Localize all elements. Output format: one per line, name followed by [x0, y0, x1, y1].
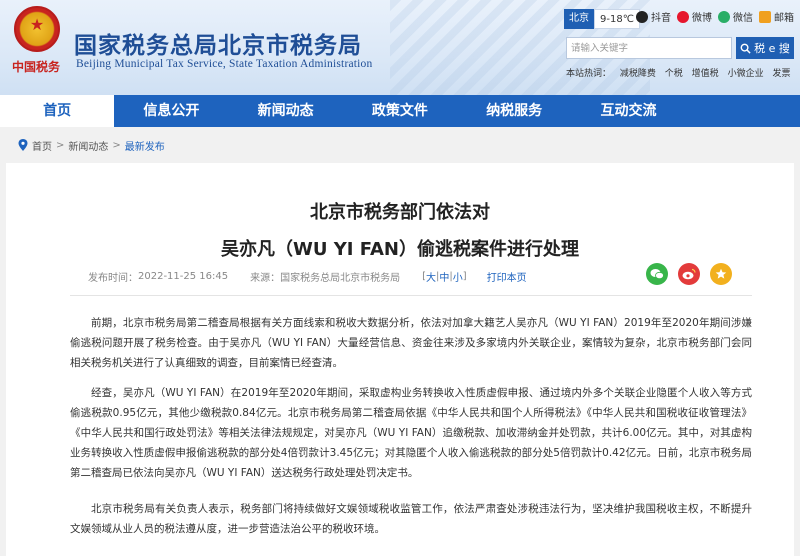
site-subtitle: Beijing Municipal Tax Service, State Tax… [76, 58, 373, 70]
hot-word[interactable]: 个税 [665, 69, 683, 79]
search-button-label: 税 e 搜 [754, 42, 790, 55]
weixin-icon [650, 269, 664, 280]
share-favorite-button[interactable] [710, 263, 732, 285]
nav-interaction[interactable]: 互动交流 [571, 95, 685, 127]
nav-news[interactable]: 新闻动态 [229, 95, 343, 127]
font-size-large-button[interactable]: 大 [426, 269, 436, 284]
print-page-button[interactable]: 打印本页 [487, 269, 527, 284]
mail-icon [759, 10, 771, 23]
social-links: 抖音 微博 微信 邮箱 [636, 9, 794, 24]
article-paragraph: 经查，吴亦凡（WU YI FAN）在2019年至2020年期间，采取虚构业务转换… [70, 387, 752, 479]
hot-word[interactable]: 小微企业 [728, 69, 764, 79]
hot-word[interactable]: 发票 [772, 69, 790, 79]
article-paragraph: 北京市税务局有关负责人表示，税务部门将持续做好文娱领域税收监管工作，依法严肃查处… [70, 503, 752, 535]
social-weixin-label: 微信 [733, 13, 753, 24]
social-mail-label: 邮箱 [774, 13, 794, 24]
social-weibo-label: 微博 [692, 13, 712, 24]
breadcrumb-news[interactable]: 新闻动态 [68, 138, 108, 153]
social-weibo[interactable]: 微博 [677, 9, 712, 24]
breadcrumb-separator: > [112, 139, 121, 151]
font-size-small-button[interactable]: 小 [453, 269, 463, 284]
weather-city: 北京 [564, 9, 594, 29]
breadcrumb-home[interactable]: 首页 [32, 138, 52, 153]
share-weixin-button[interactable] [646, 263, 668, 285]
site-header: ★ 中国税务 国家税务总局北京市税务局 Beijing Municipal Ta… [0, 0, 800, 95]
douyin-icon [636, 10, 648, 23]
search-button[interactable]: 税 e 搜 [736, 37, 794, 59]
logo-text: 中国税务 [11, 60, 60, 74]
social-weixin[interactable]: 微信 [718, 9, 753, 24]
weibo-icon [682, 268, 696, 280]
font-size-medium-button[interactable]: 中 [439, 269, 449, 284]
weather-widget: 北京 9-18℃ [564, 9, 640, 29]
share-buttons [646, 263, 732, 285]
hot-word[interactable]: 增值税 [692, 69, 719, 79]
hot-words-label: 本站热词： [566, 69, 612, 79]
article-meta: 发布时间： 2022-11-25 16:45 来源： 国家税务总局北京市税务局 … [88, 269, 527, 284]
breadcrumb-separator: > [56, 139, 65, 151]
location-pin-icon [18, 139, 28, 151]
article-title-line2: 吴亦凡（WU YI FAN）偷逃税案件进行处理 [221, 239, 579, 260]
font-bracket-close: ] [462, 271, 467, 282]
social-douyin-label: 抖音 [651, 13, 671, 24]
social-douyin[interactable]: 抖音 [636, 9, 671, 24]
site-title[interactable]: 国家税务总局北京市税务局 [74, 26, 362, 60]
hot-words: 本站热词： 减税降费 个税 增值税 小微企业 发票 [566, 66, 796, 79]
share-weibo-button[interactable] [678, 263, 700, 285]
breadcrumb: 首页 > 新闻动态 > 最新发布 [18, 135, 165, 155]
source-label: 来源： [250, 273, 281, 284]
breadcrumb-latest[interactable]: 最新发布 [125, 138, 165, 153]
article-title-line1: 北京市税务部门依法对 [310, 202, 490, 223]
star-icon [715, 268, 727, 279]
weibo-icon [677, 10, 689, 23]
tax-emblem-icon: ★ [14, 6, 60, 52]
weixin-icon [718, 10, 730, 23]
nav-home[interactable]: 首页 [0, 95, 115, 127]
source-value: 国家税务总局北京市税务局 [280, 273, 401, 284]
publish-time: 2022-11-25 16:45 [138, 271, 229, 282]
weather-temp: 9-18℃ [594, 9, 640, 29]
nav-info-disclosure[interactable]: 信息公开 [114, 95, 228, 127]
main-nav: 首页 信息公开 新闻动态 政策文件 纳税服务 互动交流 [0, 95, 800, 127]
star-icon: ★ [29, 15, 45, 34]
social-mail[interactable]: 邮箱 [759, 9, 794, 24]
hot-word[interactable]: 减税降费 [620, 69, 656, 79]
search-icon [740, 43, 751, 54]
publish-label: 发布时间： [88, 273, 138, 284]
article-container: 北京市税务部门依法对 吴亦凡（WU YI FAN）偷逃税案件进行处理 发布时间：… [6, 163, 794, 556]
nav-policy[interactable]: 政策文件 [343, 95, 457, 127]
nav-tax-service[interactable]: 纳税服务 [457, 95, 571, 127]
meta-divider [70, 295, 752, 296]
search-input[interactable] [566, 37, 732, 59]
article-paragraph: 前期，北京市税务局第二稽查局根据有关方面线索和税收大数据分析，依法对加拿大籍艺人… [70, 317, 752, 369]
